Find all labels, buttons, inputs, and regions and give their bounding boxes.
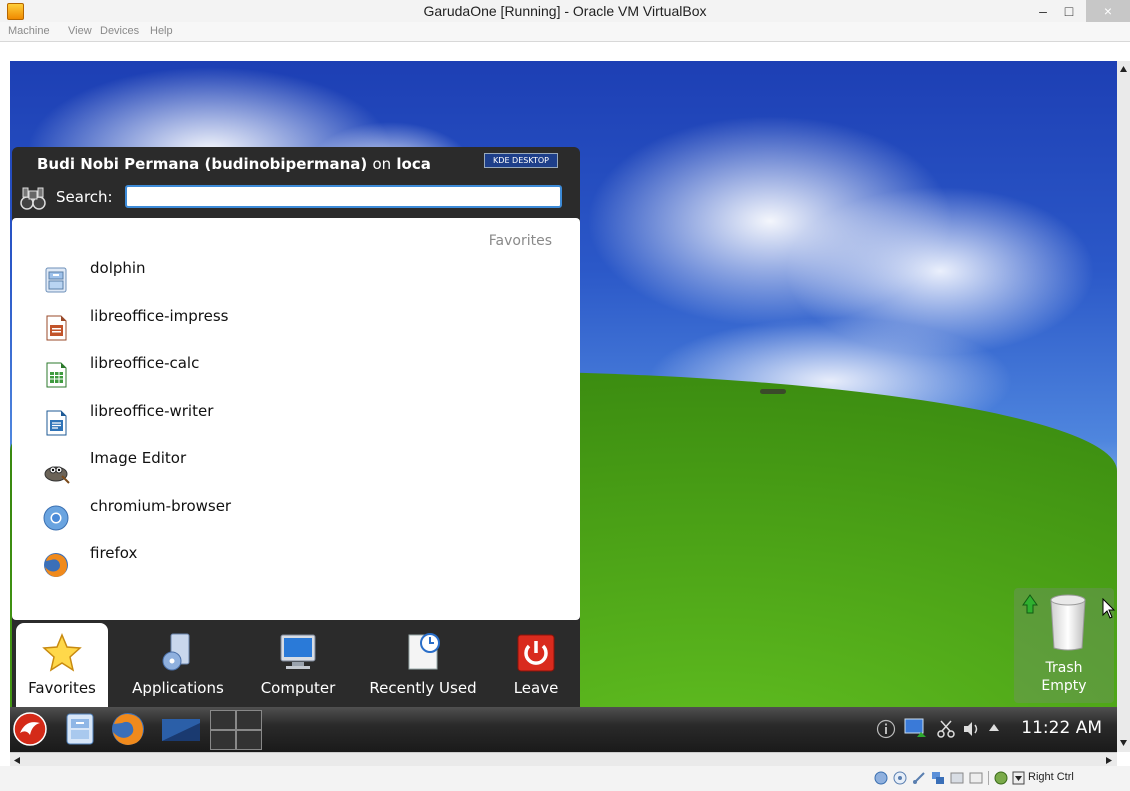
- menu-help[interactable]: Help: [150, 25, 173, 37]
- harddisk-status-icon[interactable]: [874, 771, 888, 785]
- desktop-switcher-icon[interactable]: [160, 711, 202, 747]
- panel-clock[interactable]: 11:22 AM: [1021, 718, 1102, 738]
- calc-icon: [46, 362, 67, 388]
- mouse-integration-status-icon[interactable]: [994, 771, 1008, 785]
- scroll-left-arrow-icon[interactable]: [13, 756, 21, 765]
- search-label: Search:: [56, 188, 113, 206]
- menu-user-name: Budi Nobi Permana (budinobipermana): [37, 155, 368, 173]
- trash-label: Trash: [1045, 660, 1083, 676]
- wallpaper-trees: [760, 389, 786, 394]
- tab-computer[interactable]: Computer: [248, 623, 348, 707]
- tab-label: Recently Used: [369, 679, 477, 697]
- arrow-up-icon[interactable]: [1022, 594, 1038, 614]
- shared-folders-status-icon[interactable]: [950, 771, 964, 785]
- favorite-libreoffice-impress[interactable]: libreoffice-impress: [42, 304, 542, 348]
- network-icon[interactable]: [904, 717, 928, 739]
- window-titlebar[interactable]: GarudaOne [Running] - Oracle VM VirtualB…: [0, 0, 1130, 23]
- maximize-button[interactable]: □: [1056, 0, 1082, 22]
- minimize-button[interactable]: –: [1030, 0, 1056, 22]
- scroll-down-arrow-icon[interactable]: [1119, 739, 1128, 747]
- volume-icon[interactable]: [962, 721, 980, 737]
- file-manager-icon: [45, 267, 67, 293]
- favorite-label: libreoffice-impress: [90, 307, 229, 325]
- favorites-panel: Favorites dolphin libreoffice-impress li…: [12, 218, 580, 620]
- statusbar-divider: [988, 771, 989, 785]
- recent-icon: [408, 633, 440, 670]
- optical-drive-status-icon[interactable]: [893, 771, 907, 785]
- tab-label: Leave: [513, 679, 559, 697]
- virtualbox-statusbar: Right Ctrl: [0, 766, 1130, 791]
- gimp-icon: [44, 466, 70, 484]
- applications-icon: [162, 633, 190, 671]
- favorite-libreoffice-writer[interactable]: libreoffice-writer: [42, 399, 542, 443]
- tab-favorites[interactable]: Favorites: [16, 623, 108, 707]
- menubar: Machine View Devices Help: [0, 22, 1130, 42]
- scroll-up-arrow-icon[interactable]: [1119, 65, 1128, 73]
- menu-host-name: loca: [396, 155, 431, 173]
- firefox-icon: [44, 553, 68, 577]
- writer-icon: [46, 410, 67, 436]
- file-manager-taskbar-icon[interactable]: [62, 711, 98, 747]
- close-button[interactable]: ×: [1086, 0, 1130, 22]
- menu-machine[interactable]: Machine: [8, 25, 50, 37]
- tab-applications[interactable]: Applications: [118, 623, 238, 707]
- kde-launcher-menu: Budi Nobi Permana (budinobipermana) on l…: [12, 147, 580, 707]
- favorite-label: Image Editor: [90, 449, 187, 467]
- chromium-icon: [43, 505, 69, 531]
- favorite-chromium-browser[interactable]: chromium-browser: [42, 494, 542, 538]
- favorite-dolphin[interactable]: dolphin: [42, 256, 542, 300]
- clipboard-scissors-icon[interactable]: [936, 719, 956, 739]
- network-status-icon[interactable]: [931, 771, 945, 785]
- host-key-label: Right Ctrl: [1028, 771, 1074, 783]
- favorite-firefox[interactable]: firefox: [42, 541, 542, 585]
- search-input[interactable]: [125, 185, 562, 208]
- virtual-desktop-pager[interactable]: [210, 710, 262, 750]
- favorite-label: dolphin: [90, 259, 146, 277]
- tab-recently-used[interactable]: Recently Used: [358, 623, 488, 707]
- keyboard-capture-status-icon[interactable]: [1012, 771, 1025, 785]
- usb-status-icon[interactable]: [912, 771, 926, 785]
- tab-label: Favorites: [28, 679, 96, 697]
- vertical-scrollbar[interactable]: [1117, 61, 1130, 752]
- trash-icon: [1050, 594, 1086, 651]
- firefox-taskbar-icon[interactable]: [110, 711, 146, 747]
- tray-expand-arrow-icon[interactable]: [988, 723, 1000, 733]
- scroll-right-arrow-icon[interactable]: [1105, 756, 1113, 765]
- kde-desktop-badge: KDE DESKTOP: [484, 153, 558, 168]
- favorite-label: firefox: [90, 544, 138, 562]
- horizontal-scrollbar[interactable]: [10, 752, 1117, 767]
- binoculars-search-icon: [20, 187, 46, 210]
- notifications-info-icon[interactable]: [876, 719, 896, 739]
- power-icon: [517, 634, 555, 672]
- favorite-label: libreoffice-writer: [90, 402, 214, 420]
- star-icon: [42, 633, 82, 672]
- menu-devices[interactable]: Devices: [100, 25, 139, 37]
- cursor-icon: [1102, 598, 1116, 619]
- menu-header-on: on: [372, 155, 392, 173]
- tab-label: Applications: [132, 679, 224, 697]
- display-status-icon[interactable]: [969, 771, 983, 785]
- favorite-image-editor[interactable]: Image Editor: [42, 446, 542, 490]
- favorite-label: libreoffice-calc: [90, 354, 200, 372]
- trash-widget[interactable]: Trash Empty: [1014, 588, 1116, 703]
- kde-panel: 11:22 AM: [10, 707, 1117, 752]
- window-title: GarudaOne [Running] - Oracle VM VirtualB…: [423, 3, 707, 19]
- favorite-libreoffice-calc[interactable]: libreoffice-calc: [42, 351, 542, 395]
- tab-leave[interactable]: Leave: [498, 623, 574, 707]
- impress-icon: [46, 315, 67, 341]
- favorites-heading: Favorites: [488, 233, 552, 249]
- kde-launcher-button-icon[interactable]: [12, 711, 48, 747]
- menu-view[interactable]: View: [68, 25, 92, 37]
- trash-status: Empty: [1041, 678, 1087, 694]
- tab-label: Computer: [260, 679, 336, 697]
- favorite-label: chromium-browser: [90, 497, 232, 515]
- computer-icon: [280, 634, 316, 669]
